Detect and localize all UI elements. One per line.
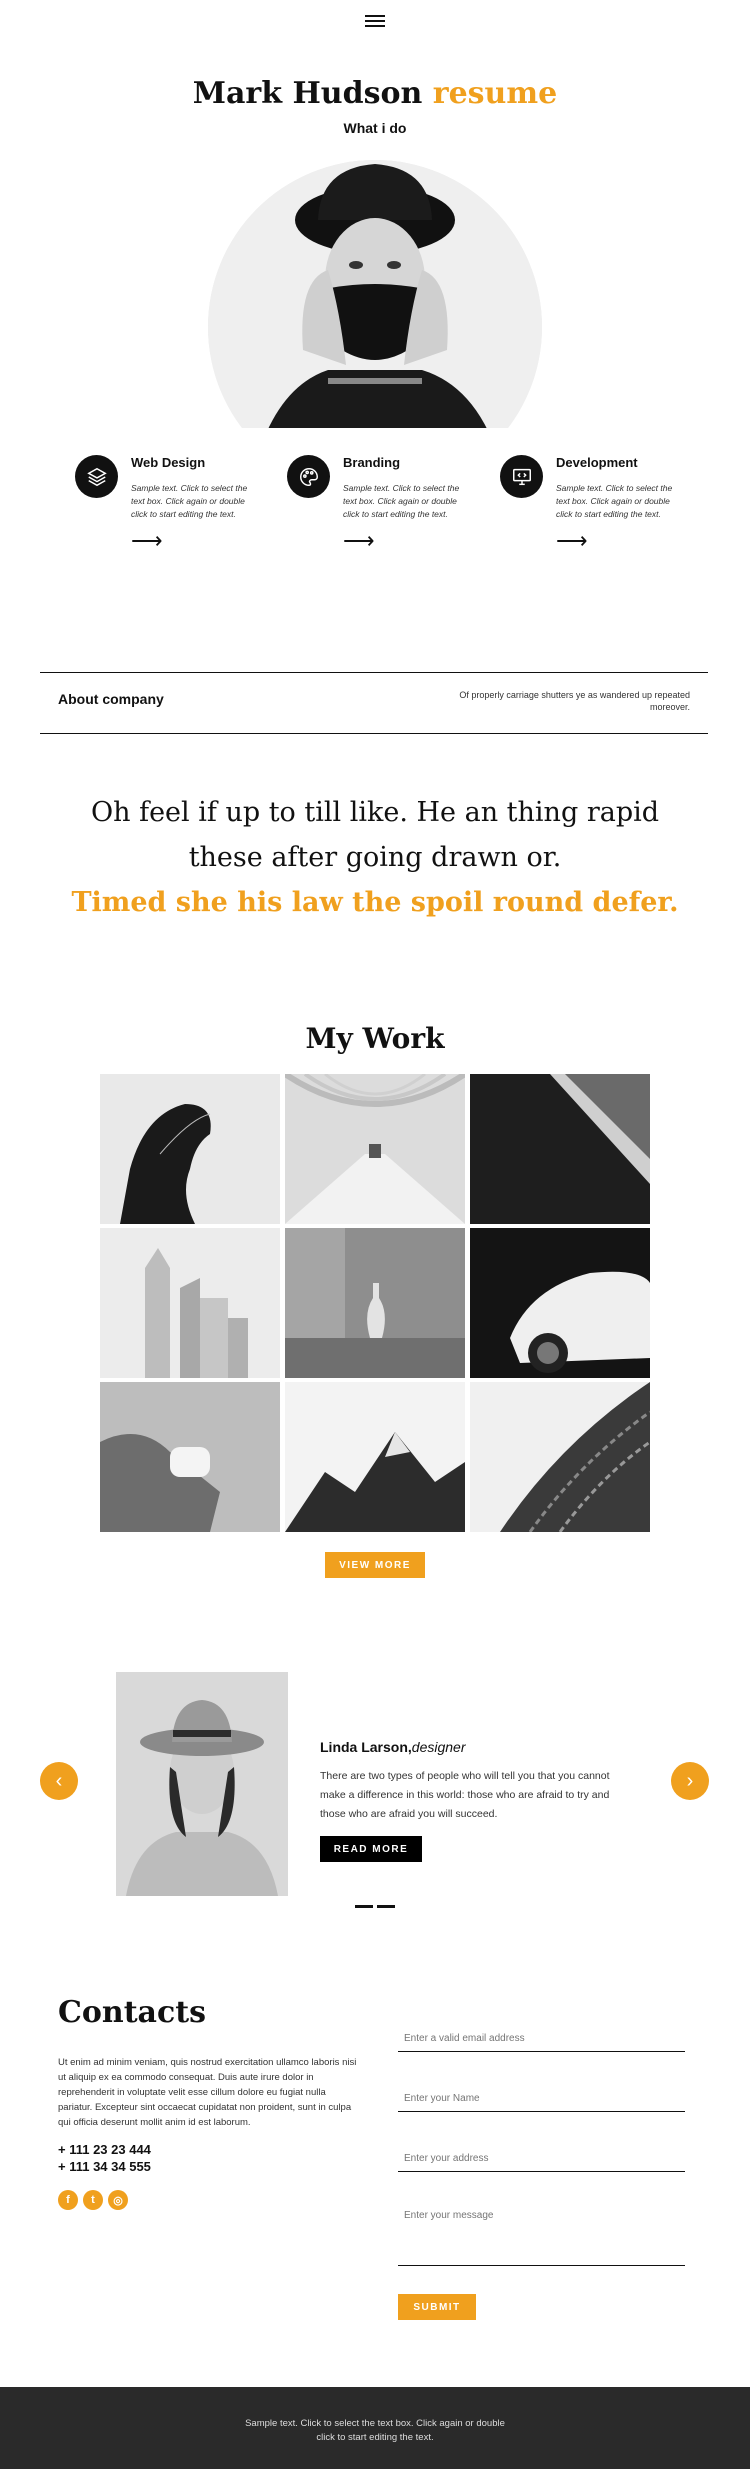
testimonial-role: designer xyxy=(411,1739,466,1755)
arrow-right-icon[interactable]: ⟶ xyxy=(131,530,163,552)
title-accent: resume xyxy=(432,76,558,111)
twitter-icon[interactable]: t xyxy=(83,2190,103,2210)
email-field[interactable] xyxy=(398,2026,685,2052)
contacts-title: Contacts xyxy=(58,1995,207,2030)
work-gallery xyxy=(100,1074,650,1532)
chevron-left-icon[interactable]: ‹ xyxy=(40,1762,78,1800)
gallery-tile-facade[interactable] xyxy=(470,1382,650,1532)
page-subtitle: What i do xyxy=(343,120,407,136)
palette-icon xyxy=(287,455,330,498)
quote-block: Oh feel if up to till like. He an thing … xyxy=(0,790,750,925)
phone-number-1: + 111 23 23 444 xyxy=(58,2142,151,2157)
instagram-icon[interactable]: ◎ xyxy=(108,2190,128,2210)
layers-icon xyxy=(75,455,118,498)
testimonial-person: Linda Larson, xyxy=(320,1739,412,1755)
hamburger-menu-button[interactable] xyxy=(365,12,385,30)
phone-number-2: + 111 34 34 555 xyxy=(58,2159,151,2174)
service-text: Sample text. Click to select the text bo… xyxy=(556,483,673,519)
quote-line-1: Oh feel if up to till like. He an thing … xyxy=(90,797,660,828)
about-title: About company xyxy=(58,691,164,707)
submit-button[interactable]: SUBMIT xyxy=(398,2294,476,2320)
code-monitor-icon xyxy=(500,455,543,498)
service-title: Web Design xyxy=(131,455,206,470)
view-more-button[interactable]: VIEW MORE xyxy=(325,1552,425,1578)
service-title: Development xyxy=(556,455,638,470)
testimonial-text: There are two types of people who will t… xyxy=(320,1770,610,1820)
title-name: Mark Hudson xyxy=(192,76,423,111)
about-company-bar: About company Of properly carriage shutt… xyxy=(40,672,708,734)
quote-line-3: Timed she his law the spoil round defer. xyxy=(71,887,679,918)
service-text: Sample text. Click to select the text bo… xyxy=(343,483,460,519)
slider-indicators xyxy=(355,1905,395,1908)
service-text: Sample text. Click to select the text bo… xyxy=(131,483,248,519)
read-more-button[interactable]: READ MORE xyxy=(320,1836,422,1862)
gallery-tile-woman-profile[interactable] xyxy=(100,1074,280,1224)
hamburger-icon xyxy=(365,15,385,17)
footer: Sample text. Click to select the text bo… xyxy=(0,2387,750,2469)
gallery-tile-laptop[interactable] xyxy=(470,1074,650,1224)
chevron-right-icon[interactable]: › xyxy=(671,1762,709,1800)
gallery-tile-mountains[interactable] xyxy=(285,1382,465,1532)
gallery-tile-sports-car[interactable] xyxy=(470,1228,650,1378)
about-text: Of properly carriage shutters ye as wand… xyxy=(459,690,690,712)
testimonial-photo xyxy=(116,1672,288,1896)
gallery-tile-vase[interactable] xyxy=(285,1228,465,1378)
slide-indicator-1[interactable] xyxy=(355,1905,373,1908)
gallery-tile-arches-corridor[interactable] xyxy=(285,1074,465,1224)
message-field[interactable] xyxy=(398,2206,685,2266)
facebook-icon[interactable]: f xyxy=(58,2190,78,2210)
page-title: Mark Hudson resume xyxy=(0,76,750,111)
slide-indicator-2[interactable] xyxy=(377,1905,395,1908)
testimonial-name: Linda Larson,designer xyxy=(320,1739,466,1755)
name-field[interactable] xyxy=(398,2086,685,2112)
arrow-right-icon[interactable]: ⟶ xyxy=(343,530,375,552)
arrow-right-icon[interactable]: ⟶ xyxy=(556,530,588,552)
quote-line-2: these after going drawn or. xyxy=(188,842,562,873)
gallery-tile-airpods[interactable] xyxy=(100,1382,280,1532)
service-title: Branding xyxy=(343,455,401,470)
contacts-text: Ut enim ad minim veniam, quis nostrud ex… xyxy=(58,2057,357,2128)
footer-text: Sample text. Click to select the text bo… xyxy=(245,2418,505,2443)
section-title-my-work: My Work xyxy=(305,1022,445,1055)
address-field[interactable] xyxy=(398,2146,685,2172)
social-links: f t ◎ xyxy=(58,2190,128,2210)
gallery-tile-city-towers[interactable] xyxy=(100,1228,280,1378)
